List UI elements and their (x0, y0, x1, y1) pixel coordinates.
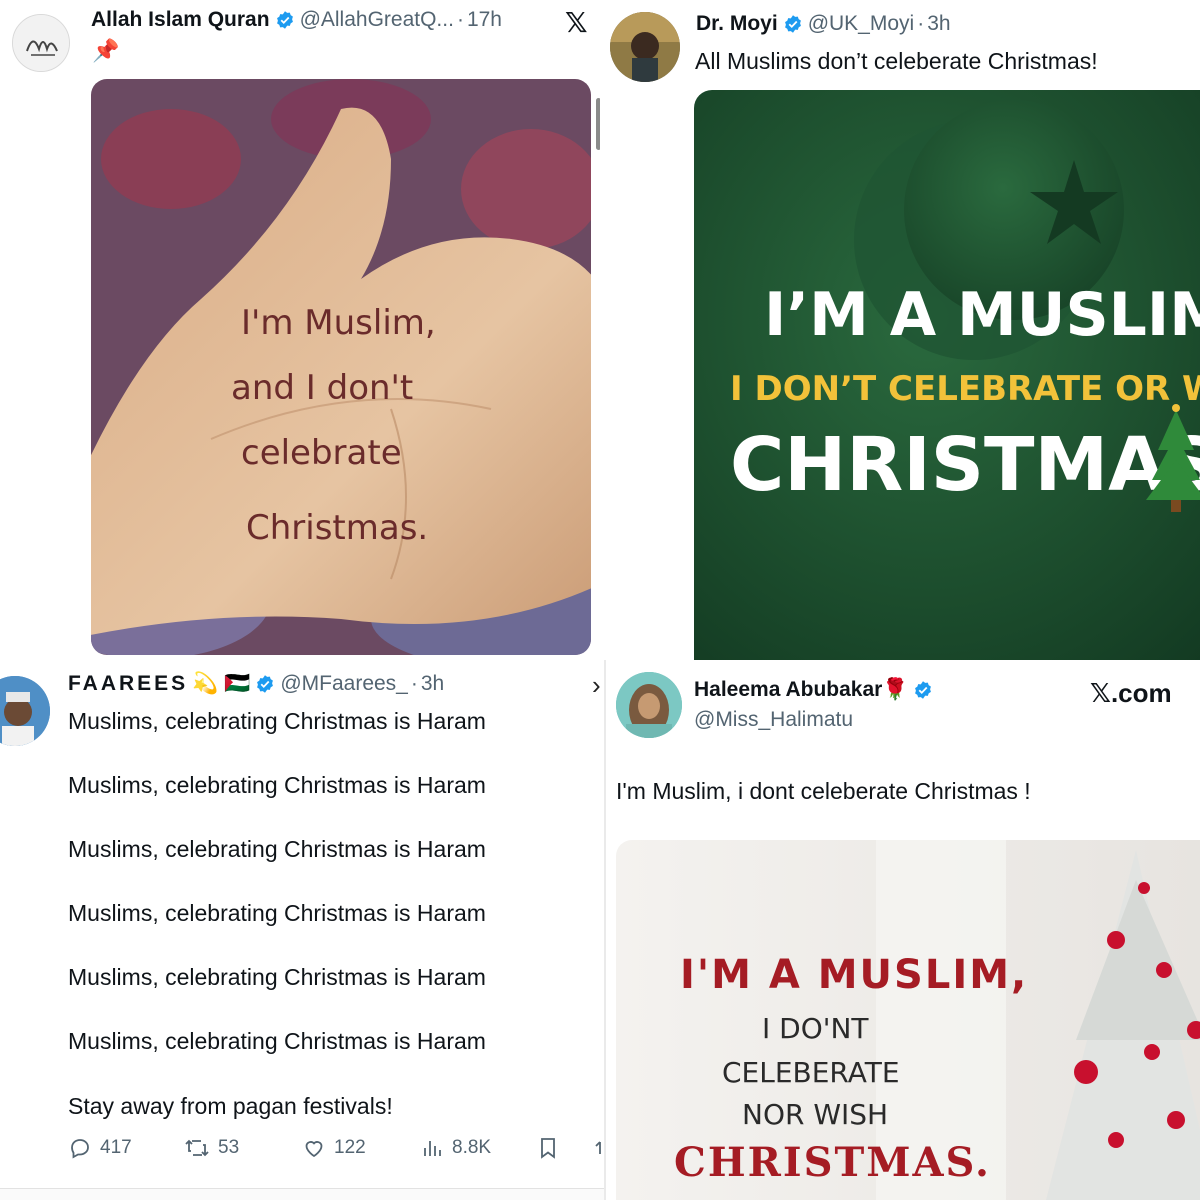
views-chart-icon (424, 1141, 441, 1156)
banner-line-3: CHRISTMAS (730, 422, 1200, 508)
palm-text-line-2: and I don't (231, 368, 413, 408)
verified-badge-icon (276, 11, 293, 29)
avatar[interactable] (610, 12, 680, 82)
display-name[interactable]: Dr. Moyi (696, 12, 778, 36)
tweet-actions: 417 53 122 8.8K (68, 1136, 606, 1166)
views-count: 8.8K (452, 1137, 492, 1158)
handle[interactable]: @Miss_Halimatu (694, 708, 853, 732)
repost-icon (185, 1139, 209, 1157)
profile-photo (0, 676, 50, 746)
handle[interactable]: @AllahGreatQ... (300, 8, 454, 32)
palm-text-line-1: I'm Muslim, (241, 303, 436, 343)
palm-text-line-4: Christmas. (246, 508, 428, 548)
avatar[interactable] (616, 672, 682, 738)
tweet-faarees[interactable]: FAAREES 💫 🇵🇸 @MFaarees_ · 3h › Muslims, … (0, 660, 606, 1200)
tweet-image-green-banner[interactable]: I’M A MUSLIM - I DON’T CELEBRATE OR WIS … (694, 90, 1200, 660)
next-tweet-edge (0, 1188, 606, 1200)
handle[interactable]: @MFaarees_ (280, 672, 408, 696)
poster-line-3: CELEBERATE (722, 1056, 900, 1089)
poster-line-5: CHRISTMAS. (674, 1139, 991, 1186)
reply-button[interactable]: 417 (68, 1136, 132, 1160)
tweet-header: Dr. Moyi @UK_Moyi · 3h (696, 12, 951, 36)
bookmark-icon (541, 1138, 555, 1159)
display-name[interactable]: Allah Islam Quran (91, 8, 270, 32)
like-button[interactable]: 122 (302, 1136, 366, 1160)
tweet-header: Haleema Abubakar 🌹 (694, 678, 938, 702)
display-name[interactable]: Haleema Abubakar (694, 678, 882, 702)
x-com-logo: 𝕏.com (1090, 678, 1172, 708)
green-banner-graphic: I’M A MUSLIM - I DON’T CELEBRATE OR WIS … (694, 90, 1200, 660)
tweet-line: Muslims, celebrating Christmas is Haram (68, 708, 486, 734)
avatar[interactable] (0, 676, 50, 746)
tweet-text: All Muslims don’t celeberate Christmas! (695, 48, 1098, 74)
verified-badge-icon (915, 681, 932, 699)
timestamp[interactable]: 17h (467, 8, 502, 32)
christmas-tree-graphic: I'M A MUSLIM, I DO'NT CELEBERATE NOR WIS… (616, 840, 1200, 1200)
poster-line-4: NOR WISH (742, 1098, 888, 1131)
tweet-line: Muslims, celebrating Christmas is Haram (68, 1028, 486, 1054)
tweet-image-palm[interactable]: I'm Muslim, and I don't celebrate Christ… (91, 79, 591, 655)
separator-dot: · (917, 12, 925, 35)
tweet-allah-islam-quran[interactable]: Allah Islam Quran @AllahGreatQ... · 17h … (0, 0, 600, 660)
pin-emoji: 📌 (92, 38, 120, 63)
tweet-header: FAAREES 💫 🇵🇸 @MFaarees_ · 3h (68, 672, 444, 696)
name-emojis: 💫 🇵🇸 (192, 672, 251, 695)
hand-photo: I'm Muslim, and I don't celebrate Christ… (91, 79, 591, 655)
poster-line-1: I'M A MUSLIM, (680, 952, 1028, 998)
banner-line-2: I DON’T CELEBRATE OR WIS (730, 369, 1200, 409)
poster-line-2: I DO'NT (762, 1012, 869, 1045)
tweet-line: Muslims, celebrating Christmas is Haram (68, 900, 486, 926)
tweet-line: Muslims, celebrating Christmas is Haram (68, 772, 486, 798)
bookmark-button[interactable] (536, 1136, 568, 1160)
views-button[interactable]: 8.8K (420, 1136, 491, 1160)
profile-photo (610, 12, 680, 82)
tweet-text: I'm Muslim, i dont celeberate Christmas … (616, 778, 1031, 804)
display-name[interactable]: FAAREES (68, 672, 188, 696)
banner-line-1: I’M A MUSLIM - (764, 280, 1200, 350)
handle[interactable]: @UK_Moyi (808, 12, 915, 36)
palm-text-line-3: celebrate (241, 433, 402, 473)
repost-count: 53 (218, 1137, 240, 1158)
tweet-line: Stay away from pagan festivals! (68, 1093, 393, 1119)
calligraphy-logo-icon (13, 15, 69, 71)
avatar[interactable] (12, 14, 70, 72)
like-count: 122 (334, 1137, 366, 1158)
tweet-header: Allah Islam Quran @AllahGreatQ... · 17h (91, 8, 502, 32)
profile-photo (616, 672, 682, 738)
separator-dot: · (456, 8, 464, 31)
x-logo-icon: 𝕏 (565, 7, 588, 38)
timestamp[interactable]: 3h (927, 12, 950, 36)
timestamp[interactable]: 3h (421, 672, 444, 696)
reply-icon (71, 1139, 89, 1159)
tweet-dr-moyi[interactable]: Dr. Moyi @UK_Moyi · 3h All Muslims don’t… (606, 0, 1200, 660)
verified-badge-icon (784, 15, 801, 33)
tweet-line: Muslims, celebrating Christmas is Haram (68, 836, 486, 862)
tweet-image-christmas-tree[interactable]: I'M A MUSLIM, I DO'NT CELEBERATE NOR WIS… (616, 840, 1200, 1200)
tweet-line: Muslims, celebrating Christmas is Haram (68, 964, 486, 990)
tweet-haleema-abubakar[interactable]: Haleema Abubakar 🌹 @Miss_Halimatu 𝕏.com … (606, 660, 1200, 1200)
rose-emoji: 🌹 (882, 678, 909, 701)
reply-count: 417 (100, 1137, 132, 1158)
heart-icon (305, 1141, 323, 1158)
collage-divider (600, 0, 606, 660)
more-chevron-icon[interactable]: › (592, 670, 601, 701)
verified-badge-icon (257, 675, 274, 693)
separator-dot: · (410, 672, 418, 695)
repost-button[interactable]: 53 (184, 1136, 239, 1160)
